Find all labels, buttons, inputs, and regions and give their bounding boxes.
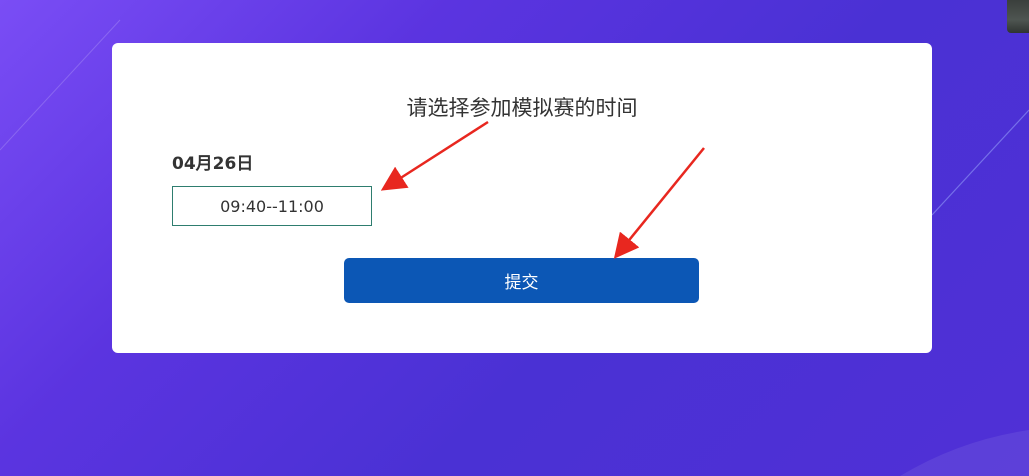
page-title: 请选择参加模拟赛的时间	[406, 96, 638, 120]
submit-button[interactable]: 提交	[344, 258, 699, 303]
date-label: 04月26日	[172, 154, 254, 174]
selection-card: 请选择参加模拟赛的时间 04月26日 09:40--11:00 提交	[112, 43, 932, 353]
time-slot-option[interactable]: 09:40--11:00	[172, 186, 372, 226]
corner-thumbnail	[1007, 0, 1029, 33]
